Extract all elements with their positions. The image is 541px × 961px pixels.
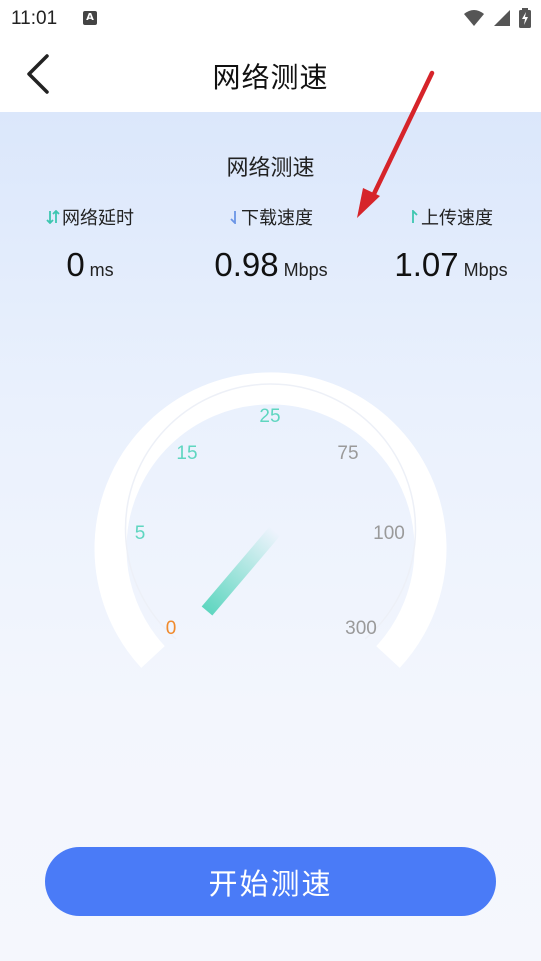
page-title: 网络测速 [212, 61, 329, 94]
wifi-icon [464, 10, 484, 26]
gauge-tick-label: 25 [259, 406, 280, 427]
main-content: 网络测速 网络延时 0 ms 下载速度 0.98 Mbps 上传速度 1.07 … [0, 112, 541, 961]
signal-icon [494, 10, 510, 26]
status-time: 11:01 [11, 8, 58, 29]
gauge-tick-label: 300 [345, 618, 377, 639]
gauge-tick-label: 100 [373, 523, 405, 544]
speed-gauge: 0 5 15 25 75 100 300 [94, 372, 447, 668]
notification-a-icon: A [83, 11, 97, 25]
gauge-tick-label: 75 [337, 443, 358, 464]
status-bar: 11:01 A [0, 0, 541, 36]
app-header: 网络测速 [0, 36, 541, 112]
status-icons [463, 8, 531, 28]
start-test-button[interactable]: 开始测速 [45, 847, 496, 916]
gauge-tick-label: 15 [176, 443, 197, 464]
gauge-tick-label: 5 [135, 523, 146, 544]
gauge-needle [201, 526, 281, 616]
battery-icon [519, 8, 531, 28]
gauge-ticks: 0 5 15 25 75 100 300 [135, 406, 405, 639]
gauge-tick-label: 0 [166, 618, 177, 639]
